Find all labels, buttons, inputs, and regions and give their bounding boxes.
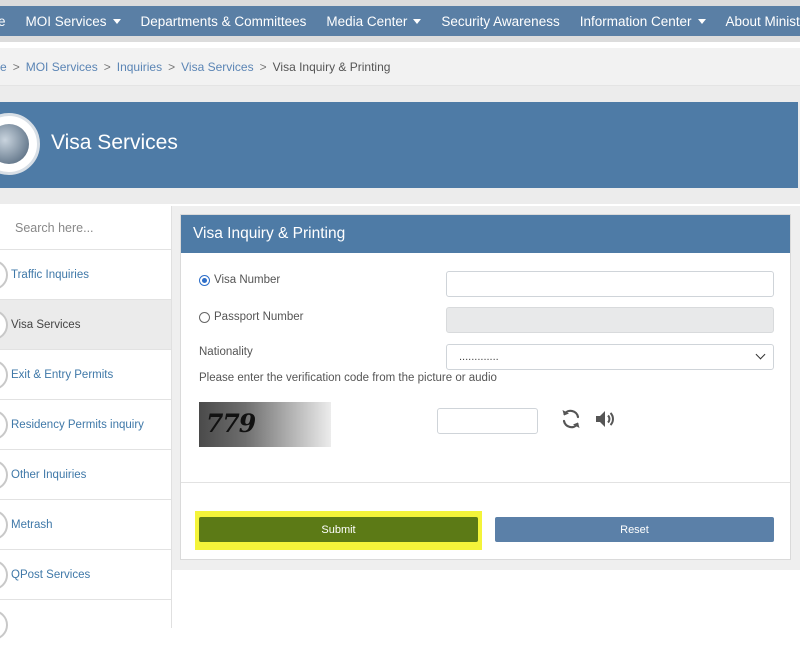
- sidebar-item-visa-services[interactable]: Visa Services: [0, 300, 171, 350]
- nav-item-label: Departments & Committees: [140, 13, 307, 29]
- sidebar-item-more[interactable]: [0, 600, 171, 650]
- sidebar-item-icon: [0, 510, 8, 540]
- breadcrumb-current: Visa Inquiry & Printing: [272, 59, 391, 74]
- submit-button[interactable]: Submit: [199, 517, 478, 542]
- audio-captcha-button[interactable]: [593, 407, 617, 431]
- nav-item-label: Information Center: [579, 13, 692, 29]
- nav-item-departments[interactable]: Departments & Committees: [131, 6, 317, 36]
- sidebar-item-label: Traffic Inquiries: [11, 268, 89, 281]
- sidebar-item-icon: [0, 460, 8, 490]
- sidebar-item-icon: [0, 260, 8, 290]
- breadcrumb-separator: >: [259, 59, 267, 74]
- nav-item-label: About Ministry: [725, 13, 800, 29]
- sidebar-item-icon: [0, 360, 8, 390]
- refresh-icon: [562, 409, 580, 429]
- sidebar-item-traffic-inquiries[interactable]: Traffic Inquiries: [0, 250, 171, 300]
- chevron-down-icon: [755, 349, 766, 360]
- visa-number-input[interactable]: [446, 271, 774, 297]
- caret-down-icon: [697, 18, 706, 24]
- sidebar: Search here... Traffic Inquiries Visa Se…: [0, 206, 172, 640]
- form-divider: [181, 482, 790, 483]
- top-nav-bar: e MOI Services Departments & Committees …: [0, 6, 800, 36]
- nav-item-security-awareness[interactable]: Security Awareness: [431, 6, 569, 36]
- nav-item-home[interactable]: e: [0, 6, 16, 36]
- sidebar-item-label: Exit & Entry Permits: [11, 368, 114, 381]
- reset-button[interactable]: Reset: [495, 517, 774, 542]
- sidebar-item-label: Residency Permits inquiry: [11, 418, 144, 431]
- sidebar-item-label: Metrash: [11, 518, 53, 531]
- panel-title: Visa Inquiry & Printing: [181, 215, 790, 253]
- breadcrumb-separator: >: [168, 59, 176, 74]
- captcha-instruction: Please enter the verification code from …: [199, 372, 497, 384]
- passport-number-label: Passport Number: [214, 311, 304, 323]
- banner-area: Visa Services: [0, 86, 800, 204]
- breadcrumb-inquiries[interactable]: Inquiries: [117, 60, 162, 74]
- breadcrumb-home[interactable]: e: [0, 60, 7, 74]
- sidebar-item-label: Visa Services: [11, 318, 81, 331]
- nationality-select[interactable]: .............: [446, 344, 774, 370]
- visa-number-option[interactable]: Visa Number: [199, 273, 280, 287]
- nav-item-media-center[interactable]: Media Center: [316, 6, 431, 36]
- top-navigation: e MOI Services Departments & Committees …: [0, 0, 800, 42]
- nationality-selected-value: .............: [459, 351, 499, 363]
- visa-number-label: Visa Number: [214, 274, 281, 286]
- nav-item-label: MOI Services: [25, 13, 107, 29]
- passport-number-option[interactable]: Passport Number: [199, 310, 303, 324]
- breadcrumb: e > MOI Services > Inquiries > Visa Serv…: [0, 48, 800, 86]
- sidebar-search-input[interactable]: Search here...: [0, 206, 171, 250]
- passport-number-input: [446, 307, 774, 333]
- sidebar-item-label: Other Inquiries: [11, 468, 87, 481]
- nav-item-label: Security Awareness: [441, 13, 560, 29]
- passport-number-radio[interactable]: [199, 311, 210, 323]
- nav-item-moi-services[interactable]: MOI Services: [16, 6, 131, 36]
- sidebar-item-icon: [0, 560, 8, 590]
- nationality-label: Nationality: [199, 346, 253, 358]
- sidebar-item-qpost-services[interactable]: QPost Services: [0, 550, 171, 600]
- breadcrumb-moi-services[interactable]: MOI Services: [26, 60, 98, 74]
- service-logo: [0, 113, 40, 175]
- sidebar-item-icon: [0, 610, 8, 640]
- nav-item-label: e: [0, 13, 6, 29]
- sidebar-item-metrash[interactable]: Metrash: [0, 500, 171, 550]
- sidebar-item-icon: [0, 310, 8, 340]
- nav-item-label: Media Center: [326, 13, 408, 29]
- sidebar-item-label: QPost Services: [11, 568, 91, 581]
- emblem-icon: [0, 124, 29, 164]
- breadcrumb-separator: >: [103, 59, 111, 74]
- page-banner: Visa Services: [0, 102, 798, 188]
- sidebar-item-other-inquiries[interactable]: Other Inquiries: [0, 450, 171, 500]
- caret-down-icon: [112, 18, 121, 24]
- breadcrumb-separator: >: [12, 59, 20, 74]
- sidebar-item-exit-entry-permits[interactable]: Exit & Entry Permits: [0, 350, 171, 400]
- nav-item-information-center[interactable]: Information Center: [570, 6, 716, 36]
- caret-down-icon: [413, 18, 422, 24]
- captcha-input[interactable]: [437, 408, 538, 434]
- breadcrumb-visa-services[interactable]: Visa Services: [181, 60, 253, 74]
- captcha-image: 779: [199, 402, 331, 447]
- sidebar-item-icon: [0, 410, 8, 440]
- speaker-icon: [596, 411, 614, 427]
- nav-item-about-ministry[interactable]: About Ministry: [716, 6, 800, 36]
- visa-number-radio[interactable]: [199, 274, 210, 286]
- captcha-code: 779: [206, 409, 256, 438]
- sidebar-item-residency-permits[interactable]: Residency Permits inquiry: [0, 400, 171, 450]
- page-title: Visa Services: [51, 131, 178, 154]
- refresh-captcha-button[interactable]: [559, 407, 583, 431]
- visa-inquiry-panel: Visa Inquiry & Printing: [180, 214, 791, 560]
